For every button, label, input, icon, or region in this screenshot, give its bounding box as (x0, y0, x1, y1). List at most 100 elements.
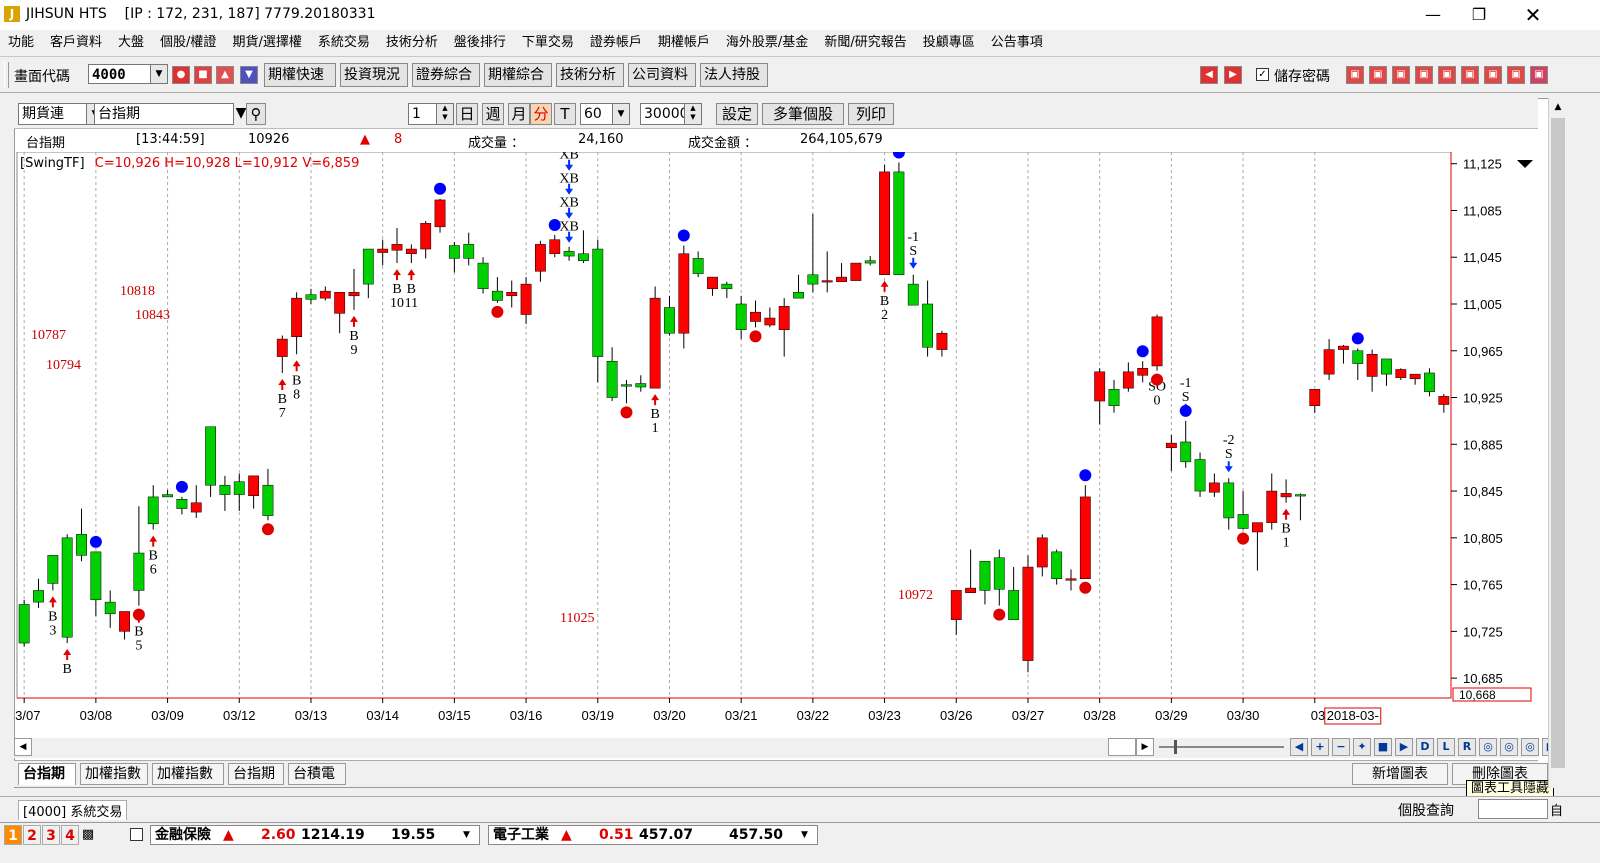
close-icon[interactable]: ✕ (1510, 0, 1556, 30)
search-icon[interactable]: ● (172, 66, 190, 84)
zoom-slider-thumb[interactable] (1174, 740, 1177, 754)
menu-item-9[interactable]: 證券帳戶 (582, 30, 650, 56)
multi-stock-button[interactable]: 多筆個股 (762, 103, 844, 125)
minimize-icon[interactable]: — (1410, 0, 1456, 30)
tool-icon-5[interactable]: ▣ (1461, 66, 1479, 84)
next-icon[interactable]: ▶ (1224, 66, 1242, 84)
ticker-page-0[interactable]: 1 (4, 825, 22, 845)
count-input[interactable]: 1 (408, 103, 438, 125)
nav-0-icon[interactable]: ◀ (1290, 738, 1308, 756)
tool-icon-3[interactable]: ▣ (1415, 66, 1433, 84)
type-select[interactable]: 期貨連 (18, 103, 88, 125)
menu-item-2[interactable]: 大盤 (110, 30, 152, 56)
save-password-checkbox[interactable]: ✓ (1256, 68, 1269, 81)
candlestick-chart[interactable]: 03/07 03/08 03/09 03/12 03/13 03/14 03/15 03/16… (15, 152, 1535, 738)
chevron-down-icon[interactable]: ▼ (612, 103, 630, 125)
restore-icon[interactable]: ❐ (1456, 0, 1502, 30)
scroll-thumb[interactable] (1108, 738, 1136, 756)
folder-icon[interactable]: ■ (194, 66, 212, 84)
period-button-4[interactable]: T (554, 103, 576, 125)
nav-10-icon[interactable]: ◎ (1500, 738, 1518, 756)
menu-item-6[interactable]: 技術分析 (378, 30, 446, 56)
chevron-down-icon[interactable]: ▼ (150, 64, 168, 84)
menu-item-8[interactable]: 下單交易 (514, 30, 582, 56)
menu-item-4[interactable]: 期貨/選擇權 (224, 30, 309, 56)
nav-letter-1[interactable]: L (1437, 738, 1455, 756)
chart-tab-4[interactable]: 台積電 (288, 763, 346, 785)
period-button-1[interactable]: 週 (482, 103, 504, 125)
toolbar-button-3[interactable]: 期權綜合 (484, 63, 552, 87)
ticker-item-1[interactable]: 電子工業 ▲ 0.51 457.07 457.50 ▼ (488, 825, 818, 845)
spinner-icon[interactable]: ▲ ▼ (436, 103, 454, 125)
toolbar-button-0[interactable]: 期權快速 (264, 63, 336, 87)
tool-icon-2[interactable]: ▣ (1392, 66, 1410, 84)
ticker-checkbox[interactable] (130, 828, 143, 841)
chart-tab-1[interactable]: 加權指數 (80, 763, 148, 785)
menu-item-10[interactable]: 期權帳戶 (650, 30, 718, 56)
x-tick-label-prefix: 03 (1311, 708, 1325, 723)
nav-2-icon[interactable]: − (1332, 738, 1350, 756)
menu-item-5[interactable]: 系統交易 (310, 30, 378, 56)
candle-body (750, 311, 761, 322)
scroll-left-icon[interactable]: ◀ (14, 738, 32, 756)
prev-icon[interactable]: ◀ (1200, 66, 1218, 84)
nav-11-icon[interactable]: ◎ (1521, 738, 1539, 756)
ticker-item-0[interactable]: 金融保險 ▲ 2.60 1214.19 19.55 ▼ (150, 825, 480, 845)
chart-tab-3[interactable]: 台指期 (228, 763, 284, 785)
menu-item-1[interactable]: 客戶資料 (42, 30, 110, 56)
tool-icon-6[interactable]: ▣ (1484, 66, 1502, 84)
menu-item-11[interactable]: 海外股票/基金 (718, 30, 816, 56)
menu-item-7[interactable]: 盤後排行 (446, 30, 514, 56)
toolbar-button-5[interactable]: 公司資料 (628, 63, 696, 87)
nav-letter-0[interactable]: D (1416, 738, 1434, 756)
chart-tab-2[interactable]: 加權指數 (152, 763, 224, 785)
menu-item-3[interactable]: 個股/權證 (152, 30, 224, 56)
chart-scrollbar[interactable]: ◀ ▶ ◀+−✦■▶DLR◎◎◎▶ (14, 738, 1560, 758)
period-button-2[interactable]: 月 (508, 103, 530, 125)
nav-9-icon[interactable]: ◎ (1479, 738, 1497, 756)
spinner-icon[interactable]: ▲ ▼ (684, 103, 702, 125)
scroll-right-icon[interactable]: ▶ (1136, 738, 1154, 756)
tool-icon-1[interactable]: ▣ (1369, 66, 1387, 84)
settings-button[interactable]: 設定 (716, 103, 758, 125)
scroll-up-icon[interactable]: ▲ (1549, 98, 1567, 116)
chevron-down-icon[interactable]: ▼ (801, 826, 808, 844)
toolbar-button-2[interactable]: 證券綜合 (412, 63, 480, 87)
ticker-page-3[interactable]: 4 (61, 825, 79, 845)
period-button-0[interactable]: 日 (456, 103, 478, 125)
print-button[interactable]: 列印 (848, 103, 894, 125)
ticker-page-1[interactable]: 2 (23, 825, 41, 845)
tool-icon-8[interactable]: ▣ (1530, 66, 1548, 84)
toolbar-button-1[interactable]: 投資現況 (340, 63, 408, 87)
nav-3-icon[interactable]: ✦ (1353, 738, 1371, 756)
lock-icon[interactable]: ▩ (80, 827, 96, 843)
zoom-slider[interactable] (1159, 746, 1284, 748)
tool-icon-7[interactable]: ▣ (1507, 66, 1525, 84)
screen-code-input[interactable]: 4000 (88, 64, 152, 84)
nav-4-icon[interactable]: ■ (1374, 738, 1392, 756)
chevron-down-icon[interactable]: ▼ (463, 826, 470, 844)
scroll-thumb[interactable] (1551, 118, 1565, 768)
tool-icon-4[interactable]: ▣ (1438, 66, 1456, 84)
menu-item-14[interactable]: 公告事項 (983, 30, 1051, 56)
dropdown-icon[interactable]: ▼ (240, 66, 258, 84)
ticker-page-2[interactable]: 3 (42, 825, 60, 845)
tool-icon-0[interactable]: ▣ (1346, 66, 1364, 84)
menu-item-13[interactable]: 投顧專區 (915, 30, 983, 56)
add-chart-button[interactable]: 新增圖表 (1352, 763, 1448, 785)
chart-tab-0[interactable]: 台指期 (18, 763, 76, 785)
menu-item-0[interactable]: 功能 (0, 30, 42, 56)
chart-icon[interactable]: ▲ (216, 66, 234, 84)
stock-query-input[interactable] (1478, 799, 1548, 819)
symbol-select[interactable]: 台指期 (94, 103, 234, 125)
menu-item-12[interactable]: 新聞/研究報告 (816, 30, 914, 56)
toolbar-button-6[interactable]: 法人持股 (700, 63, 768, 87)
nav-letter-2[interactable]: R (1458, 738, 1476, 756)
nav-5-icon[interactable]: ▶ (1395, 738, 1413, 756)
nav-1-icon[interactable]: + (1311, 738, 1329, 756)
toolbar-button-4[interactable]: 技術分析 (556, 63, 624, 87)
status-code[interactable]: [4000] 系統交易 (18, 800, 128, 820)
vertical-scrollbar[interactable]: ▲ (1548, 98, 1567, 788)
search-icon[interactable]: ⚲ (246, 103, 266, 125)
period-button-3[interactable]: 分 (530, 103, 552, 125)
